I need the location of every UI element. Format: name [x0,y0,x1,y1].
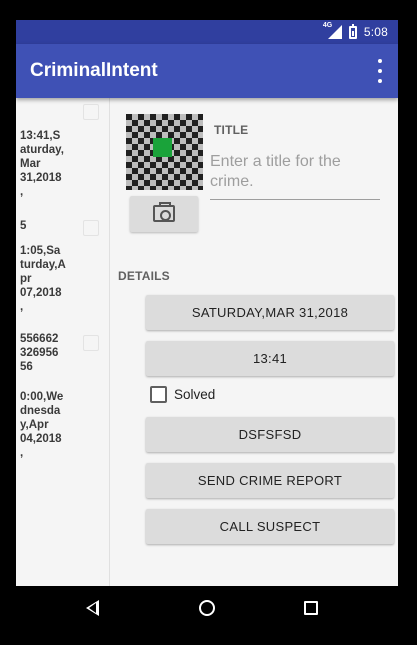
checkbox-box[interactable] [150,386,167,403]
send-report-button[interactable]: SEND CRIME REPORT [146,463,394,498]
crime-list-item-text: 1:05,Sa turday,A pr 07,2018 , [20,245,66,313]
home-icon[interactable] [199,600,215,616]
camera-icon [153,202,175,222]
overflow-menu-icon[interactable] [376,59,384,83]
network-type: 4G [322,22,333,29]
solved-label: Solved [174,387,216,402]
crime-list-item[interactable]: 5 [20,219,106,233]
camera-button[interactable] [130,196,198,232]
signal-icon: 4G [322,22,342,39]
crime-list-item[interactable]: 1:05,Sa turday,A pr 07,2018 , [20,244,106,314]
crime-list-item[interactable]: 0:00,We dnesda y,Apr 04,2018 , [20,390,106,460]
crime-list-item-text: 5 [20,220,27,232]
navigation-bar [16,586,398,632]
crime-photo [126,114,203,190]
choose-suspect-button[interactable]: DSFSFSD [146,417,394,452]
title-label: TITLE [214,123,249,137]
crime-list-item-text: 556662 326956 56 [20,333,59,373]
crime-list-item[interactable]: 13:41,S aturday, Mar 31,2018 , [20,129,106,199]
app-bar: CriminalIntent [16,44,398,98]
call-suspect-button[interactable]: CALL SUSPECT [146,509,394,544]
crime-solved-checkbox[interactable]: Solved [150,386,215,403]
back-icon[interactable] [86,600,99,616]
crime-list-item-text: 13:41,S aturday, Mar 31,2018 , [20,130,64,198]
status-bar: 4G 5:08 [16,20,398,44]
crime-list: 13:41,S aturday, Mar 31,2018 , 5 1:05,Sa… [16,98,110,586]
app-title: CriminalIntent [30,60,158,81]
recents-icon[interactable] [304,601,318,615]
crime-time-button[interactable]: 13:41 [146,341,394,376]
crime-title-input[interactable] [210,148,380,200]
crime-date-button[interactable]: SATURDAY,MAR 31,2018 [146,295,394,330]
device-frame: 4G 5:08 CriminalIntent 13:41,S aturday, … [0,0,417,645]
crime-solved-checkbox[interactable] [83,104,99,120]
crime-list-item-text: 0:00,We dnesda y,Apr 04,2018 , [20,391,64,459]
status-time: 5:08 [363,25,388,39]
crime-detail: TITLE DETAILS SATURDAY,MAR 31,2018 13:41… [110,98,398,586]
crime-list-item[interactable]: 556662 326956 56 [20,332,106,374]
battery-icon [348,23,357,39]
screen: 4G 5:08 CriminalIntent 13:41,S aturday, … [16,20,398,632]
photo-accent [153,138,172,157]
details-label: DETAILS [118,269,170,283]
